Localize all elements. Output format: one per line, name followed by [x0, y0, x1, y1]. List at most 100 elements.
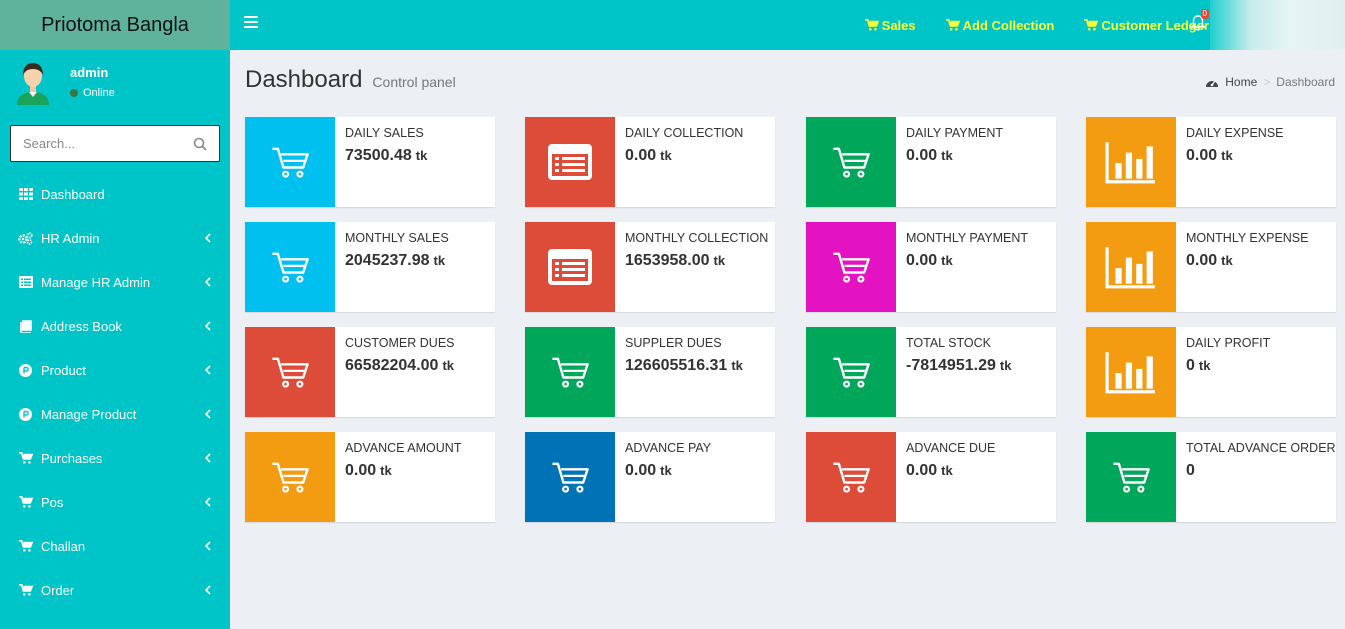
- list-icon: [18, 276, 33, 289]
- info-box-value-row: 73500.48 tk: [345, 147, 427, 165]
- sidebar-item-label: Address Book: [41, 318, 122, 334]
- info-box-daily-profit[interactable]: DAILY PROFIT 0 tk: [1086, 327, 1336, 417]
- app-logo[interactable]: Priotoma Bangla: [0, 0, 230, 50]
- info-box-customer-dues[interactable]: CUSTOMER DUES 66582204.00 tk: [245, 327, 495, 417]
- info-box-unit: tk: [442, 358, 454, 373]
- info-box-daily-sales[interactable]: DAILY SALES 73500.48 tk: [245, 117, 495, 207]
- sidebar-item-dashboard[interactable]: Dashboard: [0, 172, 230, 216]
- info-box-total-stock[interactable]: TOTAL STOCK -7814951.29 tk: [806, 327, 1056, 417]
- nav-link-label: Add Collection: [962, 17, 1055, 33]
- sidebar-search: [10, 125, 220, 162]
- user-name: admin: [70, 65, 109, 80]
- info-box-value: 0.00: [1186, 147, 1218, 164]
- info-box-daily-payment[interactable]: DAILY PAYMENT 0.00 tk: [806, 117, 1056, 207]
- product-hunt-icon: [18, 407, 33, 421]
- sidebar-item-label: Manage Product: [41, 406, 137, 422]
- search-input[interactable]: [11, 126, 181, 161]
- info-box-value-row: 0.00 tk: [345, 462, 392, 480]
- info-box-label: TOTAL ADVANCE ORDER: [1186, 441, 1336, 455]
- sidebar: admin Online Dashboard HR Admin Manage HR …: [0, 50, 230, 629]
- cart-icon: [1084, 19, 1099, 31]
- sidebar-item-hr-admin[interactable]: HR Admin: [0, 216, 230, 260]
- info-box-label: SUPPLER DUES: [625, 336, 722, 350]
- info-box-label: DAILY SALES: [345, 126, 424, 140]
- info-box-value-row: 0.00 tk: [906, 462, 953, 480]
- info-box-value: 0: [1186, 462, 1195, 479]
- info-box-unit: tk: [1221, 148, 1233, 163]
- cogs-icon: [18, 231, 33, 245]
- info-box-unit: tk: [731, 358, 743, 373]
- bar-chart-icon: [1086, 117, 1176, 207]
- info-box-monthly-payment[interactable]: MONTHLY PAYMENT 0.00 tk: [806, 222, 1056, 312]
- cart-icon: [18, 452, 33, 465]
- info-box-value: -7814951.29: [906, 357, 996, 374]
- chevron-left-icon: [205, 365, 211, 375]
- cart-icon: [18, 540, 33, 553]
- sidebar-item-manage-product[interactable]: Manage Product: [0, 392, 230, 436]
- user-menu[interactable]: [1210, 0, 1345, 50]
- info-box-unit: tk: [1198, 358, 1211, 373]
- info-box-label: CUSTOMER DUES: [345, 336, 455, 350]
- info-box-label: ADVANCE DUE: [906, 441, 996, 455]
- info-box-value-row: 0.00 tk: [625, 147, 672, 165]
- info-box-label: TOTAL STOCK: [906, 336, 991, 350]
- info-box-unit: tk: [941, 253, 953, 268]
- info-box-unit: tk: [713, 253, 726, 268]
- cart-icon: [245, 222, 335, 312]
- list-alt-icon: [525, 222, 615, 312]
- info-box-value-row: 0.00 tk: [1186, 252, 1233, 270]
- info-box-daily-collection[interactable]: DAILY COLLECTION 0.00 tk: [525, 117, 775, 207]
- nav-links: Sales Add Collection Customer Ledger: [864, 0, 1209, 50]
- sidebar-item-challan[interactable]: Challan: [0, 524, 230, 568]
- info-box-label: DAILY COLLECTION: [625, 126, 744, 140]
- sidebar-item-label: Purchases: [41, 450, 103, 466]
- info-box-unit: tk: [999, 358, 1012, 373]
- info-box-advance-amount[interactable]: ADVANCE AMOUNT 0.00 tk: [245, 432, 495, 522]
- info-box-value: 0.00: [345, 462, 377, 479]
- grid-icon: [18, 188, 33, 201]
- search-icon[interactable]: [193, 137, 207, 151]
- sidebar-item-label: Order: [41, 582, 75, 598]
- nav-link-sales[interactable]: Sales: [864, 18, 916, 33]
- cart-icon: [525, 432, 615, 522]
- list-alt-icon: [525, 117, 615, 207]
- sidebar-menu: Dashboard HR Admin Manage HR Admin Address …: [0, 172, 230, 612]
- cart-icon: [525, 327, 615, 417]
- nav-link-add-collection[interactable]: Add Collection: [945, 17, 1055, 33]
- info-box-value-row: 0.00 tk: [906, 252, 953, 270]
- info-box-label: MONTHLY SALES: [345, 231, 449, 245]
- sidebar-item-label: Product: [41, 362, 86, 378]
- info-box-total-advance-order[interactable]: TOTAL ADVANCE ORDER 0: [1086, 432, 1336, 522]
- info-box-advance-due[interactable]: ADVANCE DUE 0.00 tk: [806, 432, 1056, 522]
- cart-icon: [945, 19, 960, 31]
- page-subtitle: Control panel: [372, 74, 456, 90]
- bar-chart-icon: [1086, 327, 1176, 417]
- chevron-left-icon: [205, 277, 211, 287]
- info-box-monthly-sales[interactable]: MONTHLY SALES 2045237.98 tk: [245, 222, 495, 312]
- sidebar-item-pos[interactable]: Pos: [0, 480, 230, 524]
- breadcrumb-home[interactable]: Home: [1225, 75, 1257, 89]
- info-box-suppler-dues[interactable]: SUPPLER DUES 126605516.31 tk: [525, 327, 775, 417]
- info-box-unit: tk: [415, 148, 428, 163]
- info-box-monthly-expense[interactable]: MONTHLY EXPENSE 0.00 tk: [1086, 222, 1336, 312]
- sidebar-item-manage-hr-admin[interactable]: Manage HR Admin: [0, 260, 230, 304]
- sidebar-item-purchases[interactable]: Purchases: [0, 436, 230, 480]
- product-hunt-icon: [18, 363, 33, 377]
- cart-icon: [245, 327, 335, 417]
- info-box-label: DAILY PROFIT: [1186, 336, 1271, 350]
- info-box-advance-pay[interactable]: ADVANCE PAY 0.00 tk: [525, 432, 775, 522]
- sidebar-item-order[interactable]: Order: [0, 568, 230, 612]
- info-box-value-row: 0: [1186, 462, 1195, 480]
- chevron-left-icon: [205, 233, 211, 243]
- bar-chart-icon: [1086, 222, 1176, 312]
- info-box-unit: tk: [433, 253, 446, 268]
- info-box-monthly-collection[interactable]: MONTHLY COLLECTION 1653958.00 tk: [525, 222, 775, 312]
- chevron-left-icon: [205, 497, 211, 507]
- info-box-value-row: 2045237.98 tk: [345, 252, 445, 270]
- info-box-daily-expense[interactable]: DAILY EXPENSE 0.00 tk: [1086, 117, 1336, 207]
- info-box-value-row: 0.00 tk: [625, 462, 672, 480]
- sidebar-toggle-button[interactable]: [244, 16, 258, 28]
- sidebar-item-label: HR Admin: [41, 230, 100, 246]
- sidebar-item-product[interactable]: Product: [0, 348, 230, 392]
- sidebar-item-address-book[interactable]: Address Book: [0, 304, 230, 348]
